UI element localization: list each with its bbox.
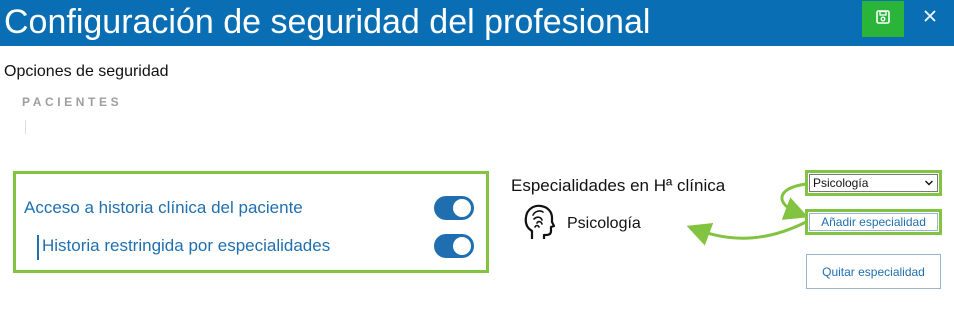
- group-label: PACIENTES: [22, 95, 123, 109]
- specialty-label: Psicología: [567, 215, 641, 232]
- specialty-select[interactable]: Psicología: [809, 174, 938, 192]
- permission-row-restricted-history: Historia restringida por especialidades: [24, 232, 474, 260]
- save-button[interactable]: [862, 1, 904, 37]
- select-value: Psicología: [813, 176, 869, 190]
- permissions-panel: Acceso a historia clínica del paciente H…: [13, 171, 489, 273]
- specialty-select-highlight: Psicología: [805, 170, 942, 196]
- toggle-knob: [453, 237, 471, 255]
- title-bar: Configuración de seguridad del profesion…: [0, 0, 954, 46]
- section-title: Opciones de seguridad: [4, 63, 169, 80]
- clinical-history-toggle[interactable]: [434, 196, 474, 220]
- permission-label: Historia restringida por especialidades: [42, 236, 331, 255]
- specialties-title: Especialidades en Hª clínica: [511, 176, 726, 195]
- remove-specialty-button[interactable]: Quitar especialidad: [806, 254, 941, 289]
- chevron-down-icon: [924, 177, 934, 191]
- add-specialty-button[interactable]: Añadir especialidad: [809, 213, 938, 231]
- head-profile-icon: [523, 203, 556, 246]
- save-icon: [876, 9, 890, 29]
- permission-row-clinical-history: Acceso a historia clínica del paciente: [24, 194, 474, 222]
- restricted-history-toggle[interactable]: [434, 234, 474, 258]
- specialty-item[interactable]: Psicología: [523, 204, 641, 244]
- window-title: Configuración de seguridad del profesion…: [4, 3, 651, 41]
- arrow-select-to-add: [780, 182, 809, 220]
- divider: [25, 120, 26, 134]
- toggle-knob: [453, 199, 471, 217]
- close-icon: [924, 9, 936, 27]
- arrow-add-to-item: [686, 220, 807, 246]
- permission-label: Acceso a historia clínica del paciente: [24, 198, 303, 217]
- close-button[interactable]: [914, 2, 946, 34]
- add-specialty-highlight: Añadir especialidad: [805, 209, 942, 235]
